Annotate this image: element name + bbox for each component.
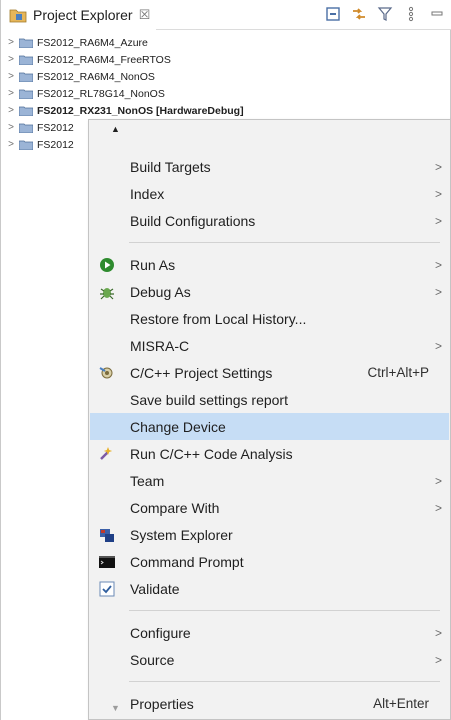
- submenu-arrow-icon: >: [434, 473, 442, 488]
- menu-item-label: Configure: [130, 624, 191, 641]
- minimize-icon[interactable]: [428, 5, 446, 23]
- menu-item-label: Source: [130, 651, 175, 668]
- submenu-arrow-icon: >: [434, 159, 442, 174]
- system-explorer-icon: [98, 526, 116, 544]
- submenu-arrow-icon: >: [434, 625, 442, 640]
- tree-item-label: FS2012: [37, 121, 74, 134]
- debug-icon: [98, 283, 116, 301]
- submenu-arrow-icon: >: [434, 500, 442, 515]
- tree-item[interactable]: > FS2012_RX231_NonOS [HardwareDebug]: [1, 102, 451, 119]
- menu-item-label: Team: [130, 472, 165, 489]
- menu-item-label: Build Configurations: [130, 212, 256, 229]
- run-icon: [98, 256, 116, 274]
- menu-item-index[interactable]: Index >: [90, 180, 449, 207]
- view-tab-bar: Project Explorer ☒: [1, 0, 451, 30]
- project-explorer-icon: [9, 9, 27, 22]
- tree-item-label: FS2012_RA6M4_Azure: [37, 36, 148, 49]
- submenu-arrow-icon: >: [434, 338, 442, 353]
- menu-item-label: Properties: [130, 695, 194, 712]
- folder-icon: [19, 89, 33, 99]
- chevron-right-icon[interactable]: >: [5, 37, 17, 48]
- menu-item-configure[interactable]: Configure >: [90, 619, 449, 646]
- project-explorer-tab[interactable]: Project Explorer ☒: [1, 0, 157, 30]
- menu-item-build-configurations[interactable]: Build Configurations >: [90, 207, 449, 234]
- menu-item-save-build-settings-report[interactable]: Save build settings report: [90, 386, 449, 413]
- menu-item-run-as[interactable]: Run As >: [90, 251, 449, 278]
- tree-item-label: FS2012_RA6M4_NonOS: [37, 70, 155, 83]
- menu-item-label: Restore from Local History...: [130, 310, 307, 327]
- menu-item-label: MISRA-C: [130, 337, 190, 354]
- folder-icon: [19, 72, 33, 82]
- view-toolbar: [324, 5, 446, 23]
- collapse-all-icon[interactable]: [324, 5, 342, 23]
- menu-item-c-c-project-settings[interactable]: C/C++ Project Settings Ctrl+Alt+P: [90, 359, 449, 386]
- folder-icon: [19, 123, 33, 133]
- submenu-arrow-icon: >: [434, 652, 442, 667]
- close-view-icon[interactable]: ☒: [139, 7, 151, 23]
- menu-item-label: Command Prompt: [130, 553, 244, 570]
- validate-checkbox-icon: [98, 580, 116, 598]
- submenu-arrow-icon: >: [434, 257, 442, 272]
- menu-separator: [129, 681, 440, 682]
- chevron-right-icon[interactable]: >: [5, 88, 17, 99]
- menu-item-label: C/C++ Project Settings: [130, 364, 273, 381]
- link-with-editor-icon[interactable]: [350, 5, 368, 23]
- menu-item-command-prompt[interactable]: Command Prompt: [90, 548, 449, 575]
- filter-icon[interactable]: [376, 5, 394, 23]
- menu-item-label: Validate: [130, 580, 180, 597]
- menu-item-debug-as[interactable]: Debug As >: [90, 278, 449, 305]
- view-title: Project Explorer: [33, 6, 133, 23]
- chevron-right-icon[interactable]: >: [5, 54, 17, 65]
- menu-item-label: Compare With: [130, 499, 220, 516]
- menu-item-team[interactable]: Team >: [90, 467, 449, 494]
- tree-item-label: FS2012_RL78G14_NonOS: [37, 87, 165, 100]
- tree-item[interactable]: > FS2012_RA6M4_Azure: [1, 34, 451, 51]
- menu-item-label: Save build settings report: [130, 391, 288, 408]
- code-analysis-icon: [98, 445, 116, 463]
- submenu-arrow-icon: >: [434, 284, 442, 299]
- menu-item-properties[interactable]: Properties Alt+Enter: [90, 690, 449, 717]
- menu-item-restore-from-local-history[interactable]: Restore from Local History...: [90, 305, 449, 332]
- submenu-arrow-icon: >: [434, 186, 442, 201]
- tree-item[interactable]: > FS2012_RL78G14_NonOS: [1, 85, 451, 102]
- menu-item-validate[interactable]: Validate: [90, 575, 449, 602]
- menu-item-label: Debug As: [130, 283, 191, 300]
- menu-item-misra-c[interactable]: MISRA-C >: [90, 332, 449, 359]
- menu-item-label: Run As: [130, 256, 176, 273]
- chevron-right-icon[interactable]: >: [5, 105, 17, 116]
- chevron-right-icon[interactable]: >: [5, 71, 17, 82]
- menu-item-label: Change Device: [130, 418, 226, 435]
- folder-icon: [19, 140, 33, 150]
- menu-item-shortcut: Ctrl+Alt+P: [367, 365, 429, 380]
- project-folder-icon: [19, 106, 33, 116]
- tree-item[interactable]: > FS2012_RA6M4_FreeRTOS: [1, 51, 451, 68]
- scroll-up-arrow-icon[interactable]: ▲: [111, 124, 120, 134]
- menu-item-label: Build Targets: [130, 158, 211, 175]
- menu-item-build-targets[interactable]: Build Targets >: [90, 153, 449, 180]
- menu-item-source[interactable]: Source >: [90, 646, 449, 673]
- menu-item-system-explorer[interactable]: System Explorer: [90, 521, 449, 548]
- submenu-arrow-icon: >: [434, 213, 442, 228]
- folder-icon: [19, 55, 33, 65]
- menu-item-label: System Explorer: [130, 526, 233, 543]
- project-settings-icon: [98, 364, 116, 382]
- menu-separator: [129, 242, 440, 243]
- tree-item-label: FS2012_RA6M4_FreeRTOS: [37, 53, 171, 66]
- tree-item[interactable]: > FS2012_RA6M4_NonOS: [1, 68, 451, 85]
- menu-item-label: Index: [130, 185, 165, 202]
- tree-item-label: FS2012_RX231_NonOS [HardwareDebug]: [37, 104, 244, 117]
- chevron-right-icon[interactable]: >: [5, 122, 17, 133]
- menu-separator: [129, 610, 440, 611]
- menu-item-run-c-c-code-analysis[interactable]: Run C/C++ Code Analysis: [90, 440, 449, 467]
- menu-item-change-device[interactable]: Change Device: [90, 413, 449, 440]
- chevron-right-icon[interactable]: >: [5, 139, 17, 150]
- command-prompt-icon: [98, 553, 116, 571]
- view-menu-icon[interactable]: [402, 5, 420, 23]
- tree-item-label: FS2012: [37, 138, 74, 151]
- menu-item-shortcut: Alt+Enter: [373, 696, 429, 711]
- context-menu: ▲ ▼ Build Targets > Index > Build Configurat…: [88, 119, 451, 720]
- menu-item-compare-with[interactable]: Compare With >: [90, 494, 449, 521]
- folder-icon: [19, 38, 33, 48]
- menu-item-label: Run C/C++ Code Analysis: [130, 445, 293, 462]
